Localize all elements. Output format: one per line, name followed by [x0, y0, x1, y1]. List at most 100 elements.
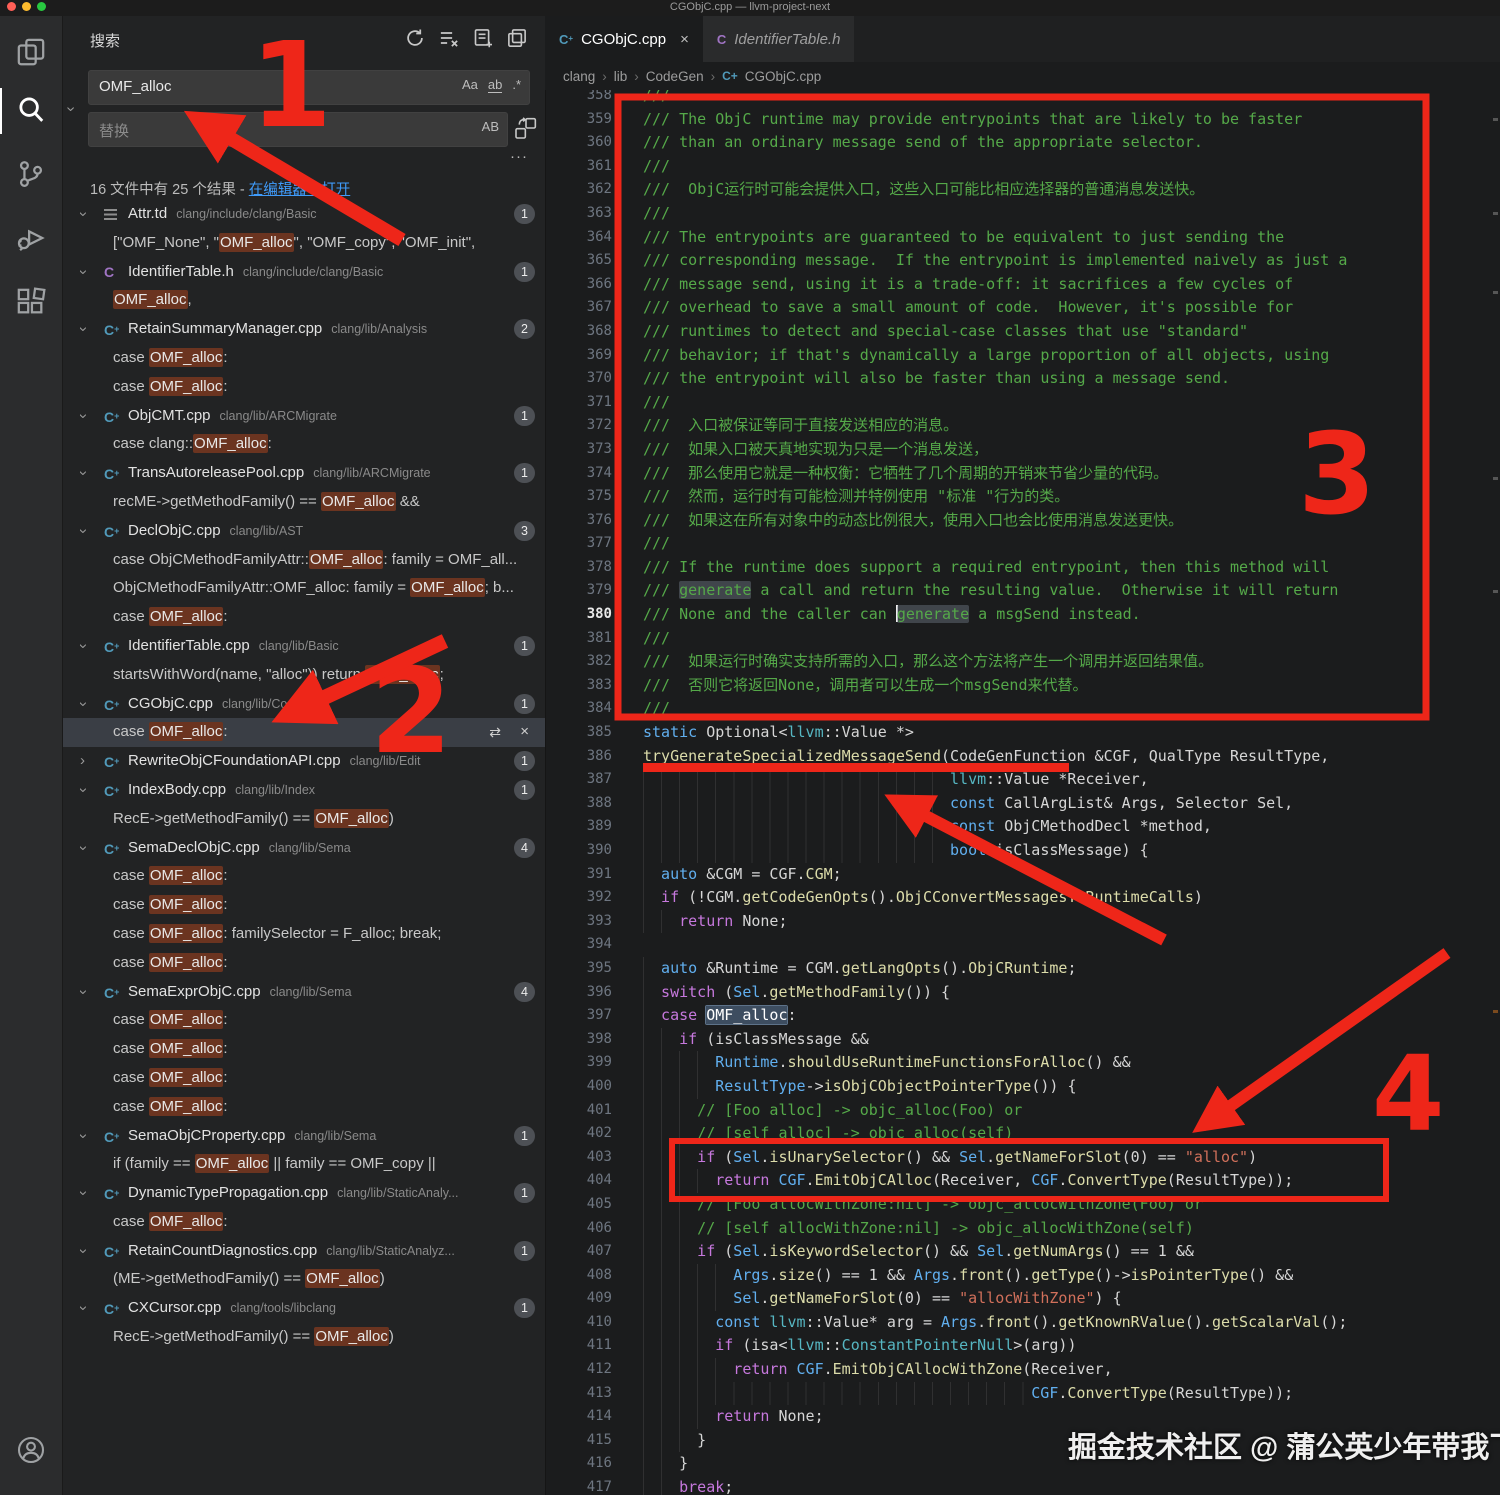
search-result-match-row[interactable]: case ObjCMethodFamilyAttr::OMF_alloc: fa… [62, 546, 545, 575]
search-result-file-row[interactable]: › C+ CXCursor.cpp clang/tools/libclang 1 [62, 1294, 545, 1323]
code-line[interactable]: 393 return None; [545, 909, 1500, 934]
search-result-file-row[interactable]: › C+ IdentifierTable.cpp clang/lib/Basic 1 [62, 632, 545, 661]
code-line[interactable]: 411 if (isa<llvm::ConstantPointerNull>(ar… [545, 1334, 1500, 1359]
code-line[interactable]: 400 ResultType->isObjCObjectPointerType()… [545, 1074, 1500, 1099]
chevron-down-icon[interactable]: › [68, 701, 97, 706]
chevron-down-icon[interactable]: › [68, 269, 97, 274]
code-line[interactable]: 366 /// message send, using it is a trade… [545, 273, 1500, 297]
code-line[interactable]: 410 const llvm::Value* arg = Args.front()… [545, 1310, 1500, 1335]
code-line[interactable]: 370 /// the entrypoint will also be faste… [545, 367, 1500, 391]
code-line[interactable]: 398 if (isClassMessage && [545, 1027, 1500, 1052]
breadcrumb-item[interactable]: CGObjC.cpp [745, 69, 822, 84]
open-new-search-editor-icon[interactable] [473, 28, 493, 48]
code-line[interactable]: 380 /// None and the caller can generate … [545, 603, 1500, 627]
code-line[interactable]: 396 switch (Sel.getMethodFamily()) { [545, 980, 1500, 1005]
preserve-case-toggle[interactable]: AB [482, 119, 499, 134]
run-debug-icon[interactable] [13, 220, 49, 256]
code-line[interactable]: 406 // [self allocWithZone:nil] -> objc_a… [545, 1216, 1500, 1241]
search-icon[interactable] [13, 92, 49, 128]
search-result-match-row[interactable]: case OMF_alloc: familySelector = F_alloc… [62, 920, 545, 949]
chevron-right-icon[interactable]: › [80, 747, 85, 776]
code-line[interactable]: 371 /// [545, 391, 1500, 415]
chevron-down-icon[interactable]: › [68, 1248, 97, 1253]
search-result-match-row[interactable]: OMF_alloc, [62, 286, 545, 315]
search-result-match-row[interactable]: (ME->getMethodFamily() == OMF_alloc) [62, 1265, 545, 1294]
chevron-down-icon[interactable]: › [68, 327, 97, 332]
search-result-file-row[interactable]: › C+ SemaDeclObjC.cpp clang/lib/Sema 4 [62, 834, 545, 863]
code-line[interactable]: 367 /// overhead to save a small amount o… [545, 296, 1500, 320]
code-line[interactable]: 361 /// [545, 155, 1500, 179]
code-line[interactable]: 381 /// [545, 627, 1500, 651]
close-icon[interactable]: × [680, 31, 689, 48]
dismiss-icon[interactable]: × [520, 718, 529, 747]
chevron-down-icon[interactable]: › [68, 471, 97, 476]
code-line[interactable]: 394 [545, 933, 1500, 957]
code-line[interactable]: 407 if (Sel.isKeywordSelector() && Sel.ge… [545, 1240, 1500, 1264]
code-line[interactable]: 382 /// 如果运行时确实支持所需的入口，那么这个方法将产生一个调用并返回结果… [545, 650, 1500, 674]
chevron-down-icon[interactable]: › [68, 845, 97, 850]
whole-word-toggle[interactable]: ab [487, 77, 503, 93]
search-result-match-row[interactable]: case OMF_alloc: ⇄ × [62, 718, 545, 748]
code-line[interactable]: 359 /// The ObjC runtime may provide entr… [545, 108, 1500, 132]
chevron-down-icon[interactable]: › [68, 989, 97, 994]
code-line[interactable]: 386 tryGenerateSpecializedMessageSend(Cod… [545, 745, 1500, 769]
toggle-details-icon[interactable]: ··· [510, 148, 528, 165]
chevron-down-icon[interactable]: › [68, 1306, 97, 1311]
refresh-icon[interactable] [405, 28, 425, 48]
chevron-down-icon[interactable]: › [68, 788, 97, 793]
search-result-match-row[interactable]: case OMF_alloc: [62, 1064, 545, 1093]
open-in-editor-link[interactable]: 在编辑器中打开 [249, 182, 351, 198]
code-line[interactable]: 397 case OMF_alloc: [545, 1004, 1500, 1028]
code-line[interactable]: 364 /// The entrypoints are guaranteed to… [545, 226, 1500, 250]
code-line[interactable]: 399 Runtime.shouldUseRuntimeFunctionsForA… [545, 1051, 1500, 1075]
code-line[interactable]: 389 const ObjCMethodDecl *method, [545, 815, 1500, 839]
chevron-down-icon[interactable]: › [68, 212, 97, 217]
code-line[interactable]: 383 /// 否则它将返回None，调用者可以生成一个msgSend来代替。 [545, 674, 1500, 698]
regex-toggle[interactable]: .* [512, 77, 521, 93]
code-line[interactable]: 378 /// If the runtime does support a req… [545, 556, 1500, 580]
code-line[interactable]: 363 /// [545, 202, 1500, 226]
code-line[interactable]: 409 Sel.getNameForSlot(0) == "allocWithZo… [545, 1287, 1500, 1311]
search-result-match-row[interactable]: recME->getMethodFamily() == OMF_alloc && [62, 488, 545, 517]
code-line[interactable]: 417 break; [545, 1476, 1500, 1495]
search-result-file-row[interactable]: › C+ RetainCountDiagnostics.cpp clang/lib/S… [62, 1237, 545, 1266]
chevron-down-icon[interactable]: › [68, 1133, 97, 1138]
code-line[interactable]: 385 static Optional<llvm::Value *> [545, 721, 1500, 745]
search-result-match-row[interactable]: case OMF_alloc: [62, 344, 545, 373]
search-result-match-row[interactable]: case OMF_alloc: [62, 1093, 545, 1122]
code-line[interactable]: 403 if (Sel.isUnarySelector() && Sel.getN… [545, 1145, 1500, 1170]
search-result-match-row[interactable]: case clang::OMF_alloc: [62, 430, 545, 459]
code-line[interactable]: 384 /// [545, 697, 1500, 721]
replace-all-icon[interactable] [514, 116, 538, 140]
search-result-file-row[interactable]: › C+ DynamicTypePropagation.cpp clang/lib/S… [62, 1179, 545, 1208]
code-line[interactable]: 365 /// corresponding message. If the ent… [545, 249, 1500, 273]
code-line[interactable]: 375 /// 然而，运行时有可能检测并特例使用 "标准 "行为的类。 [545, 485, 1500, 509]
code-line[interactable]: 390 bool isClassMessage) { [545, 839, 1500, 863]
search-result-file-row[interactable]: › C+ IndexBody.cpp clang/lib/Index 1 [62, 776, 545, 805]
replace-input[interactable]: 替换 AB [88, 112, 508, 147]
account-icon[interactable] [13, 1432, 49, 1468]
search-result-file-row[interactable]: › C+ TransAutoreleasePool.cpp clang/lib/ARC… [62, 459, 545, 488]
breadcrumb-item[interactable]: clang [563, 69, 595, 84]
code-line[interactable]: 413 CGF.ConvertType(ResultType)); [545, 1381, 1500, 1406]
search-result-match-row[interactable]: case OMF_alloc: [62, 373, 545, 402]
chevron-down-icon[interactable]: › [68, 528, 97, 533]
search-result-match-row[interactable]: RecE->getMethodFamily() == OMF_alloc) [62, 1323, 545, 1352]
breadcrumb-item[interactable]: CodeGen [646, 69, 704, 84]
code-line[interactable]: 401 // [Foo alloc] -> objc_alloc(Foo) or [545, 1098, 1500, 1123]
search-result-file-row[interactable]: › C IdentifierTable.h clang/include/clang/B… [62, 258, 545, 287]
search-result-match-row[interactable]: case OMF_alloc: [62, 862, 545, 891]
search-result-match-row[interactable]: if (family == OMF_alloc || family == OMF… [62, 1150, 545, 1179]
search-result-file-row[interactable]: › C+ CGObjC.cpp clang/lib/CodeGen 1 [62, 690, 545, 719]
code-line[interactable]: 379 /// generate a call and return the re… [545, 579, 1500, 603]
code-line[interactable]: 395 auto &Runtime = CGM.getLangOpts().Obj… [545, 956, 1500, 981]
code-line[interactable]: 391 auto &CGM = CGF.CGM; [545, 862, 1500, 887]
code-line[interactable]: 392 if (!CGM.getCodeGenOpts().ObjCConvert… [545, 886, 1500, 910]
search-result-match-row[interactable]: ObjCMethodFamilyAttr::OMF_alloc: family … [62, 574, 545, 603]
tab-cgobjc[interactable]: C+ CGObjC.cpp × [545, 16, 703, 62]
search-result-match-row[interactable]: ["OMF_None", "OMF_alloc", "OMF_copy", "O… [62, 229, 545, 258]
source-control-icon[interactable] [13, 156, 49, 192]
search-result-file-row[interactable]: › C+ DeclObjC.cpp clang/lib/AST 3 [62, 517, 545, 546]
search-result-file-row[interactable]: › C+ SemaExprObjC.cpp clang/lib/Sema 4 [62, 978, 545, 1007]
search-result-match-row[interactable]: RecE->getMethodFamily() == OMF_alloc) [62, 805, 545, 834]
